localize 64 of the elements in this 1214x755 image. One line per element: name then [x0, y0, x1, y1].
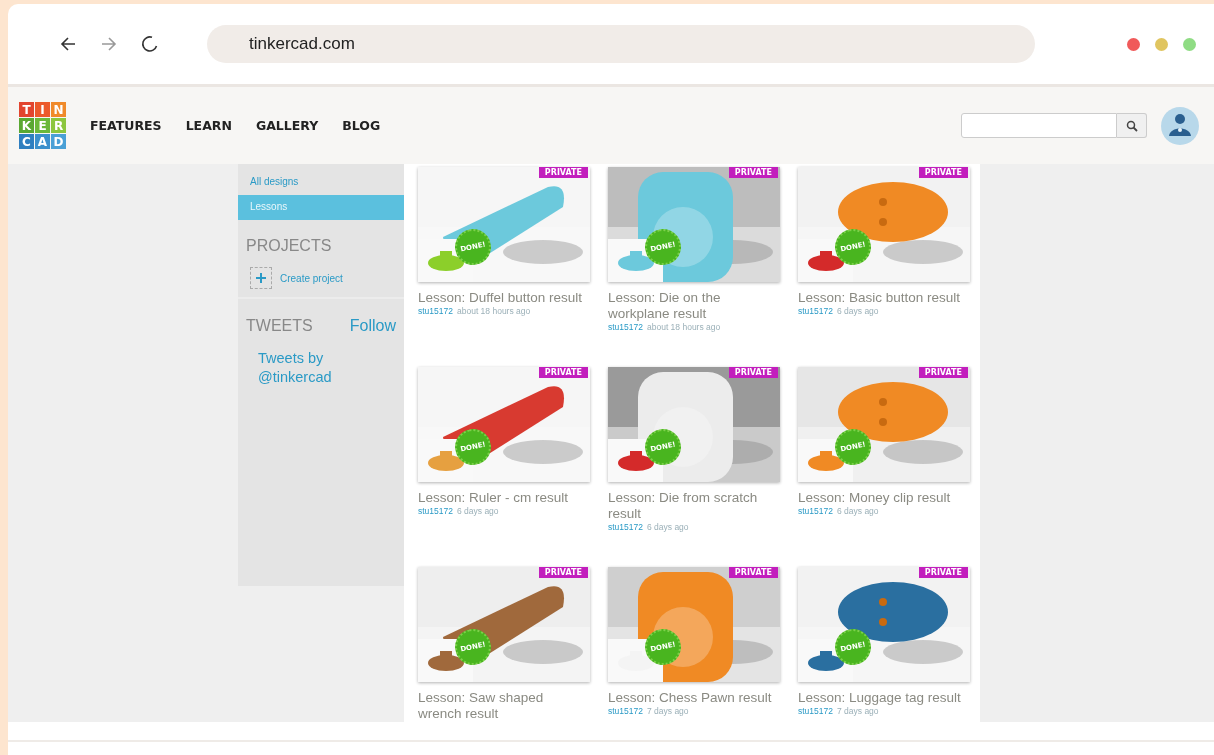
nav-link[interactable]: BLOG — [342, 118, 381, 133]
reload-icon[interactable] — [140, 34, 160, 54]
author-link[interactable]: stu15172 — [418, 306, 453, 316]
logo-tile: C — [19, 134, 34, 149]
address-text: tinkercad.com — [249, 34, 355, 54]
privacy-badge: PRIVATE — [728, 367, 778, 378]
author-link[interactable]: stu15172 — [608, 706, 643, 716]
privacy-badge: PRIVATE — [728, 167, 778, 178]
privacy-badge: PRIVATE — [918, 567, 968, 578]
search-button[interactable] — [1117, 113, 1147, 138]
timestamp: about 18 hours ago — [457, 306, 531, 316]
logo-tile: T — [19, 102, 34, 117]
design-title[interactable]: Lesson: Ruler - cm result — [418, 490, 590, 506]
logo-tile: A — [35, 134, 50, 149]
author-link[interactable]: stu15172 — [798, 306, 833, 316]
timestamp: about 18 hours ago — [647, 322, 721, 332]
privacy-badge: PRIVATE — [538, 567, 588, 578]
logo-tile: N — [51, 102, 66, 117]
privacy-badge: PRIVATE — [728, 567, 778, 578]
nav-link[interactable]: LEARN — [185, 118, 232, 133]
logo-tile: E — [35, 118, 50, 133]
tweets-link[interactable]: Tweets by @tinkercad — [258, 349, 348, 387]
timestamp: 6 days ago — [457, 506, 499, 516]
plus-icon — [256, 273, 266, 283]
search-field[interactable] — [961, 113, 1117, 138]
design-title[interactable]: Lesson: Chess Pawn result — [608, 690, 780, 706]
create-project-link[interactable]: Create project — [280, 272, 343, 284]
privacy-badge: PRIVATE — [918, 167, 968, 178]
privacy-badge: PRIVATE — [538, 167, 588, 178]
add-project-icon[interactable] — [250, 267, 272, 289]
author-link[interactable]: stu15172 — [608, 522, 643, 532]
timestamp: 6 days ago — [647, 522, 689, 532]
address-bar[interactable]: tinkercad.com — [207, 25, 1035, 63]
section-heading: PROJECTS — [246, 237, 333, 255]
window-control-icon[interactable] — [1127, 37, 1140, 51]
logo-tile: I — [35, 102, 50, 117]
design-title[interactable]: Lesson: Duffel button result — [418, 290, 590, 306]
design-title[interactable]: Lesson: Basic button result — [798, 290, 970, 306]
author-link[interactable]: stu15172 — [418, 506, 453, 516]
avatar-icon[interactable] — [1160, 105, 1200, 146]
logo-tile: D — [51, 134, 66, 149]
privacy-badge: PRIVATE — [918, 367, 968, 378]
nav-link[interactable]: GALLERY — [255, 118, 319, 133]
logo-tile: K — [19, 118, 34, 133]
nav-link[interactable]: FEATURES — [90, 118, 162, 133]
follow-link[interactable]: Follow — [349, 317, 396, 335]
design-title[interactable]: Lesson: Die from scratch result — [608, 490, 780, 522]
sidebar-item[interactable]: All designs — [238, 170, 404, 195]
section-heading: TWEETS — [246, 317, 313, 335]
search-icon — [1125, 119, 1138, 132]
author-link[interactable]: stu15172 — [608, 322, 643, 332]
logo-tile: R — [51, 118, 66, 133]
timestamp: 7 days ago — [837, 706, 879, 716]
design-title[interactable]: Lesson: Money clip result — [798, 490, 970, 506]
design-title[interactable]: Lesson: Luggage tag result — [798, 690, 970, 706]
sidebar-item[interactable]: Lessons — [238, 195, 404, 220]
timestamp: 7 days ago — [647, 706, 689, 716]
author-link[interactable]: stu15172 — [798, 706, 833, 716]
privacy-badge: PRIVATE — [538, 367, 588, 378]
design-title[interactable]: Lesson: Saw shaped wrench result — [418, 690, 590, 722]
design-title[interactable]: Lesson: Die on the workplane result — [608, 290, 780, 322]
timestamp: 6 days ago — [837, 506, 879, 516]
author-link[interactable]: stu15172 — [798, 506, 833, 516]
timestamp: 6 days ago — [837, 306, 879, 316]
